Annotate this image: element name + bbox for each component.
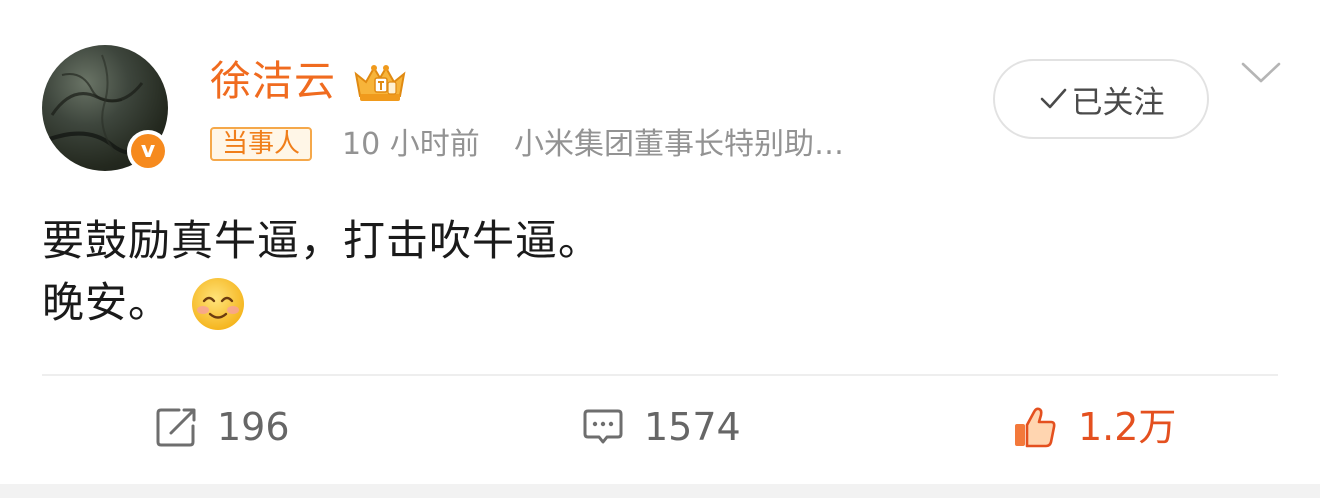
crown-icon[interactable]	[350, 60, 410, 104]
like-button[interactable]: 1.2万	[1012, 400, 1176, 454]
like-count: 1.2万	[1078, 405, 1177, 449]
verified-badge: v	[127, 130, 169, 172]
thumbs-up-icon	[1015, 407, 1056, 448]
post-text: 要鼓励真牛逼，打击吹牛逼。 晚安。	[42, 210, 601, 334]
repost-icon	[156, 408, 196, 447]
smile-emoji-icon	[192, 278, 244, 330]
user-description: 小米集团董事长特别助…	[514, 127, 844, 162]
repost-count: 196	[217, 405, 290, 449]
check-icon	[1040, 88, 1066, 109]
divider	[42, 374, 1278, 376]
comment-count: 1574	[644, 405, 741, 449]
post-line: 晚安。	[42, 278, 172, 327]
follow-label: 已关注	[1071, 84, 1165, 121]
verified-icon: v	[131, 134, 165, 168]
comment-icon	[583, 409, 623, 444]
repost-button[interactable]: 196	[155, 400, 290, 454]
feed-separator	[0, 484, 1320, 498]
chevron-down-icon[interactable]	[1240, 60, 1282, 86]
party-badge: 当事人	[210, 127, 313, 161]
post-line: 要鼓励真牛逼，打击吹牛逼。	[42, 216, 602, 265]
user-name[interactable]: 徐洁云	[210, 56, 336, 106]
weibo-post-card: v 徐洁云 当事人 10 小时前 小米集团董事长特别助… 已关注 要鼓励真牛逼，…	[0, 0, 1320, 484]
follow-button[interactable]: 已关注	[993, 59, 1209, 139]
comment-button[interactable]: 1574	[582, 400, 741, 454]
post-time: 10 小时前	[342, 127, 480, 162]
